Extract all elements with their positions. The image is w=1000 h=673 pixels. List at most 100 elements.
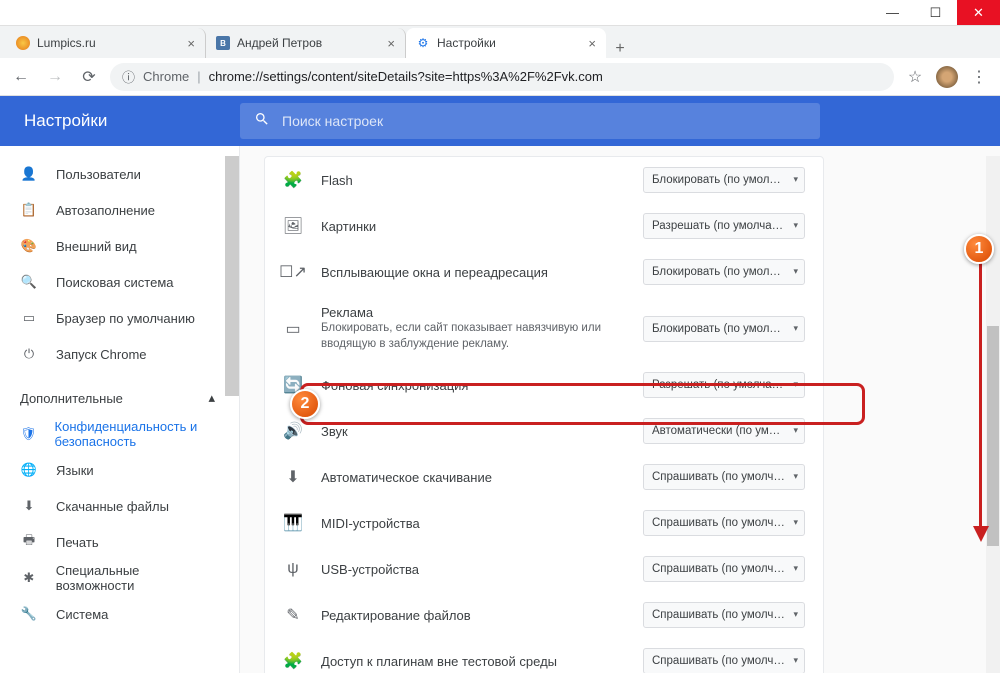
sidebar-item-label: Языки — [56, 463, 94, 478]
annotation-callout-2: 2 — [290, 389, 320, 419]
navigation-bar: ← → ⟳ ⓘ Chrome | chrome://settings/conte… — [0, 58, 1000, 96]
permission-select[interactable]: Спрашивать (по умолчанию) — [643, 510, 805, 536]
settings-sidebar: 👤Пользователи 📋 Автозаполнение 🎨Внешний вид… — [0, 96, 240, 673]
settings-search[interactable] — [240, 103, 820, 139]
sidebar-item-assignment[interactable]: 📋 Автозаполнение — [0, 192, 239, 228]
permission-label: Flash — [321, 173, 625, 188]
permission-row-download: ⬇ Автоматическое скачивание Спрашивать (… — [265, 454, 823, 500]
extension-icon: 🧩 — [283, 651, 303, 671]
sidebar-item-label: Браузер по умолчанию — [56, 311, 195, 326]
permission-select[interactable]: Блокировать (по умолчанию) — [643, 259, 805, 285]
permission-label: Реклама — [321, 305, 625, 320]
accessibility-icon: ✱ — [20, 570, 38, 586]
sidebar-item-wrench[interactable]: 🔧Система — [0, 596, 239, 632]
tab-title: Андрей Петров — [237, 36, 380, 50]
palette-icon: 🎨 — [20, 238, 38, 254]
permission-select[interactable]: Разрешать (по умолчанию) — [643, 372, 805, 398]
permission-select[interactable]: Спрашивать (по умолчанию) — [643, 602, 805, 628]
annotation-callout-1: 1 — [964, 234, 994, 264]
minimize-button[interactable]: — — [871, 0, 914, 25]
favicon-vk-icon: B — [216, 36, 230, 50]
sidebar-scrollbar[interactable] — [225, 156, 239, 396]
sidebar-item-search[interactable]: 🔍Поисковая система — [0, 264, 239, 300]
window-titlebar: — ☐ ✕ — [0, 0, 1000, 26]
usb-icon: ψ — [283, 560, 303, 578]
permission-row-sync: 🔄 Фоновая синхронизация Разрешать (по ум… — [265, 362, 823, 408]
permission-label: Фоновая синхронизация — [321, 378, 625, 393]
permission-row-edit-file: ✎ Редактирование файлов Спрашивать (по у… — [265, 592, 823, 638]
sound-icon: 🔊 — [283, 421, 303, 441]
main-scrollbar-track[interactable] — [986, 156, 1000, 673]
permission-row-popup: ☐↗ Всплывающие окна и переадресация Блок… — [265, 249, 823, 295]
tab-close-icon[interactable]: × — [187, 36, 195, 51]
sidebar-item-label: Конфиденциальность и безопасность — [55, 419, 219, 449]
sidebar-item-person[interactable]: 👤Пользователи — [0, 156, 239, 192]
power-icon: ⏻ — [20, 346, 38, 362]
permission-sublabel: Блокировать, если сайт показывает навязч… — [321, 320, 625, 352]
sidebar-item-globe[interactable]: 🌐Языки — [0, 452, 239, 488]
permission-label: Доступ к плагинам вне тестовой среды — [321, 654, 625, 669]
permission-label: Редактирование файлов — [321, 608, 625, 623]
permission-label: Звук — [321, 424, 625, 439]
tab-vk[interactable]: B Андрей Петров × — [206, 28, 406, 58]
settings-header: Настройки — [0, 96, 1000, 146]
sidebar-item-download[interactable]: ⬇Скачанные файлы — [0, 488, 239, 524]
extension-icon: 🧩 — [283, 170, 303, 190]
sidebar-item-label: Печать — [56, 535, 99, 550]
image-icon: 🖼 — [283, 216, 303, 236]
permission-select[interactable]: Блокировать (по умолчанию) — [643, 167, 805, 193]
tab-strip: Lumpics.ru × B Андрей Петров × ⚙ Настрой… — [0, 26, 1000, 58]
download-icon: ⬇ — [20, 498, 38, 514]
tab-settings[interactable]: ⚙ Настройки × — [406, 28, 606, 58]
reload-button[interactable]: ⟳ — [76, 64, 102, 90]
sidebar-item-web[interactable]: ▭ Браузер по умолчанию — [0, 300, 239, 336]
permission-row-extension: 🧩 Доступ к плагинам вне тестовой среды С… — [265, 638, 823, 673]
sidebar-item-shield[interactable]: 🛡Конфиденциальность и безопасность — [0, 416, 239, 452]
profile-avatar[interactable] — [936, 66, 958, 88]
sidebar-item-palette[interactable]: 🎨Внешний вид — [0, 228, 239, 264]
settings-search-input[interactable] — [282, 113, 806, 129]
permission-row-ads: ▭ РекламаБлокировать, если сайт показыва… — [265, 295, 823, 362]
popup-icon: ☐↗ — [283, 262, 303, 282]
chevron-up-icon: ▴ — [208, 390, 215, 406]
tab-close-icon[interactable]: × — [588, 36, 596, 51]
permission-select[interactable]: Блокировать (по умолчанию) — [643, 316, 805, 342]
back-button[interactable]: ← — [8, 64, 34, 90]
star-bookmark-icon[interactable]: ☆ — [902, 64, 928, 90]
sidebar-item-power[interactable]: ⏻Запуск Chrome — [0, 336, 239, 372]
search-icon — [254, 111, 270, 132]
assignment-icon: 📋 — [20, 202, 38, 218]
permission-row-sound: 🔊 Звук Автоматически (по умолчанию) — [265, 408, 823, 454]
main-scrollbar-thumb[interactable] — [987, 326, 999, 546]
tab-lumpics[interactable]: Lumpics.ru × — [6, 28, 206, 58]
web-icon: ▭ — [20, 310, 38, 326]
permission-select[interactable]: Разрешать (по умолчанию) — [643, 213, 805, 239]
permission-row-usb: ψ USB-устройства Спрашивать (по умолчани… — [265, 546, 823, 592]
permission-select[interactable]: Спрашивать (по умолчанию) — [643, 464, 805, 490]
sidebar-item-print[interactable]: 🖶 Печать — [0, 524, 239, 560]
permission-row-image: 🖼 Картинки Разрешать (по умолчанию) — [265, 203, 823, 249]
settings-header-title: Настройки — [0, 111, 240, 131]
sidebar-section-advanced[interactable]: Дополнительные▴ — [0, 380, 239, 416]
permission-select[interactable]: Спрашивать (по умолчанию) — [643, 648, 805, 673]
sidebar-item-label: Система — [56, 607, 108, 622]
tab-close-icon[interactable]: × — [387, 36, 395, 51]
close-window-button[interactable]: ✕ — [957, 0, 1000, 25]
print-icon: 🖶 — [20, 531, 38, 553]
new-tab-button[interactable]: + — [606, 40, 634, 58]
sidebar-item-label: Пользователи — [56, 167, 141, 182]
sidebar-item-accessibility[interactable]: ✱Специальные возможности — [0, 560, 239, 596]
menu-button[interactable]: ⋮ — [966, 64, 992, 90]
permission-select[interactable]: Автоматически (по умолчанию) — [643, 418, 805, 444]
favicon-lumpics-icon — [16, 36, 30, 50]
settings-main: 🧩 Flash Блокировать (по умолчанию) 🖼 Кар… — [240, 96, 1000, 673]
sidebar-item-label: Автозаполнение — [56, 203, 155, 218]
tab-title: Lumpics.ru — [37, 36, 180, 50]
permission-select[interactable]: Спрашивать (по умолчанию) — [643, 556, 805, 582]
forward-button[interactable]: → — [42, 64, 68, 90]
permission-label: Всплывающие окна и переадресация — [321, 265, 625, 280]
maximize-button[interactable]: ☐ — [914, 0, 957, 25]
url-path: chrome://settings/content/siteDetails?si… — [209, 69, 603, 84]
midi-icon: 🎹 — [283, 513, 303, 533]
address-bar[interactable]: ⓘ Chrome | chrome://settings/content/sit… — [110, 63, 894, 91]
